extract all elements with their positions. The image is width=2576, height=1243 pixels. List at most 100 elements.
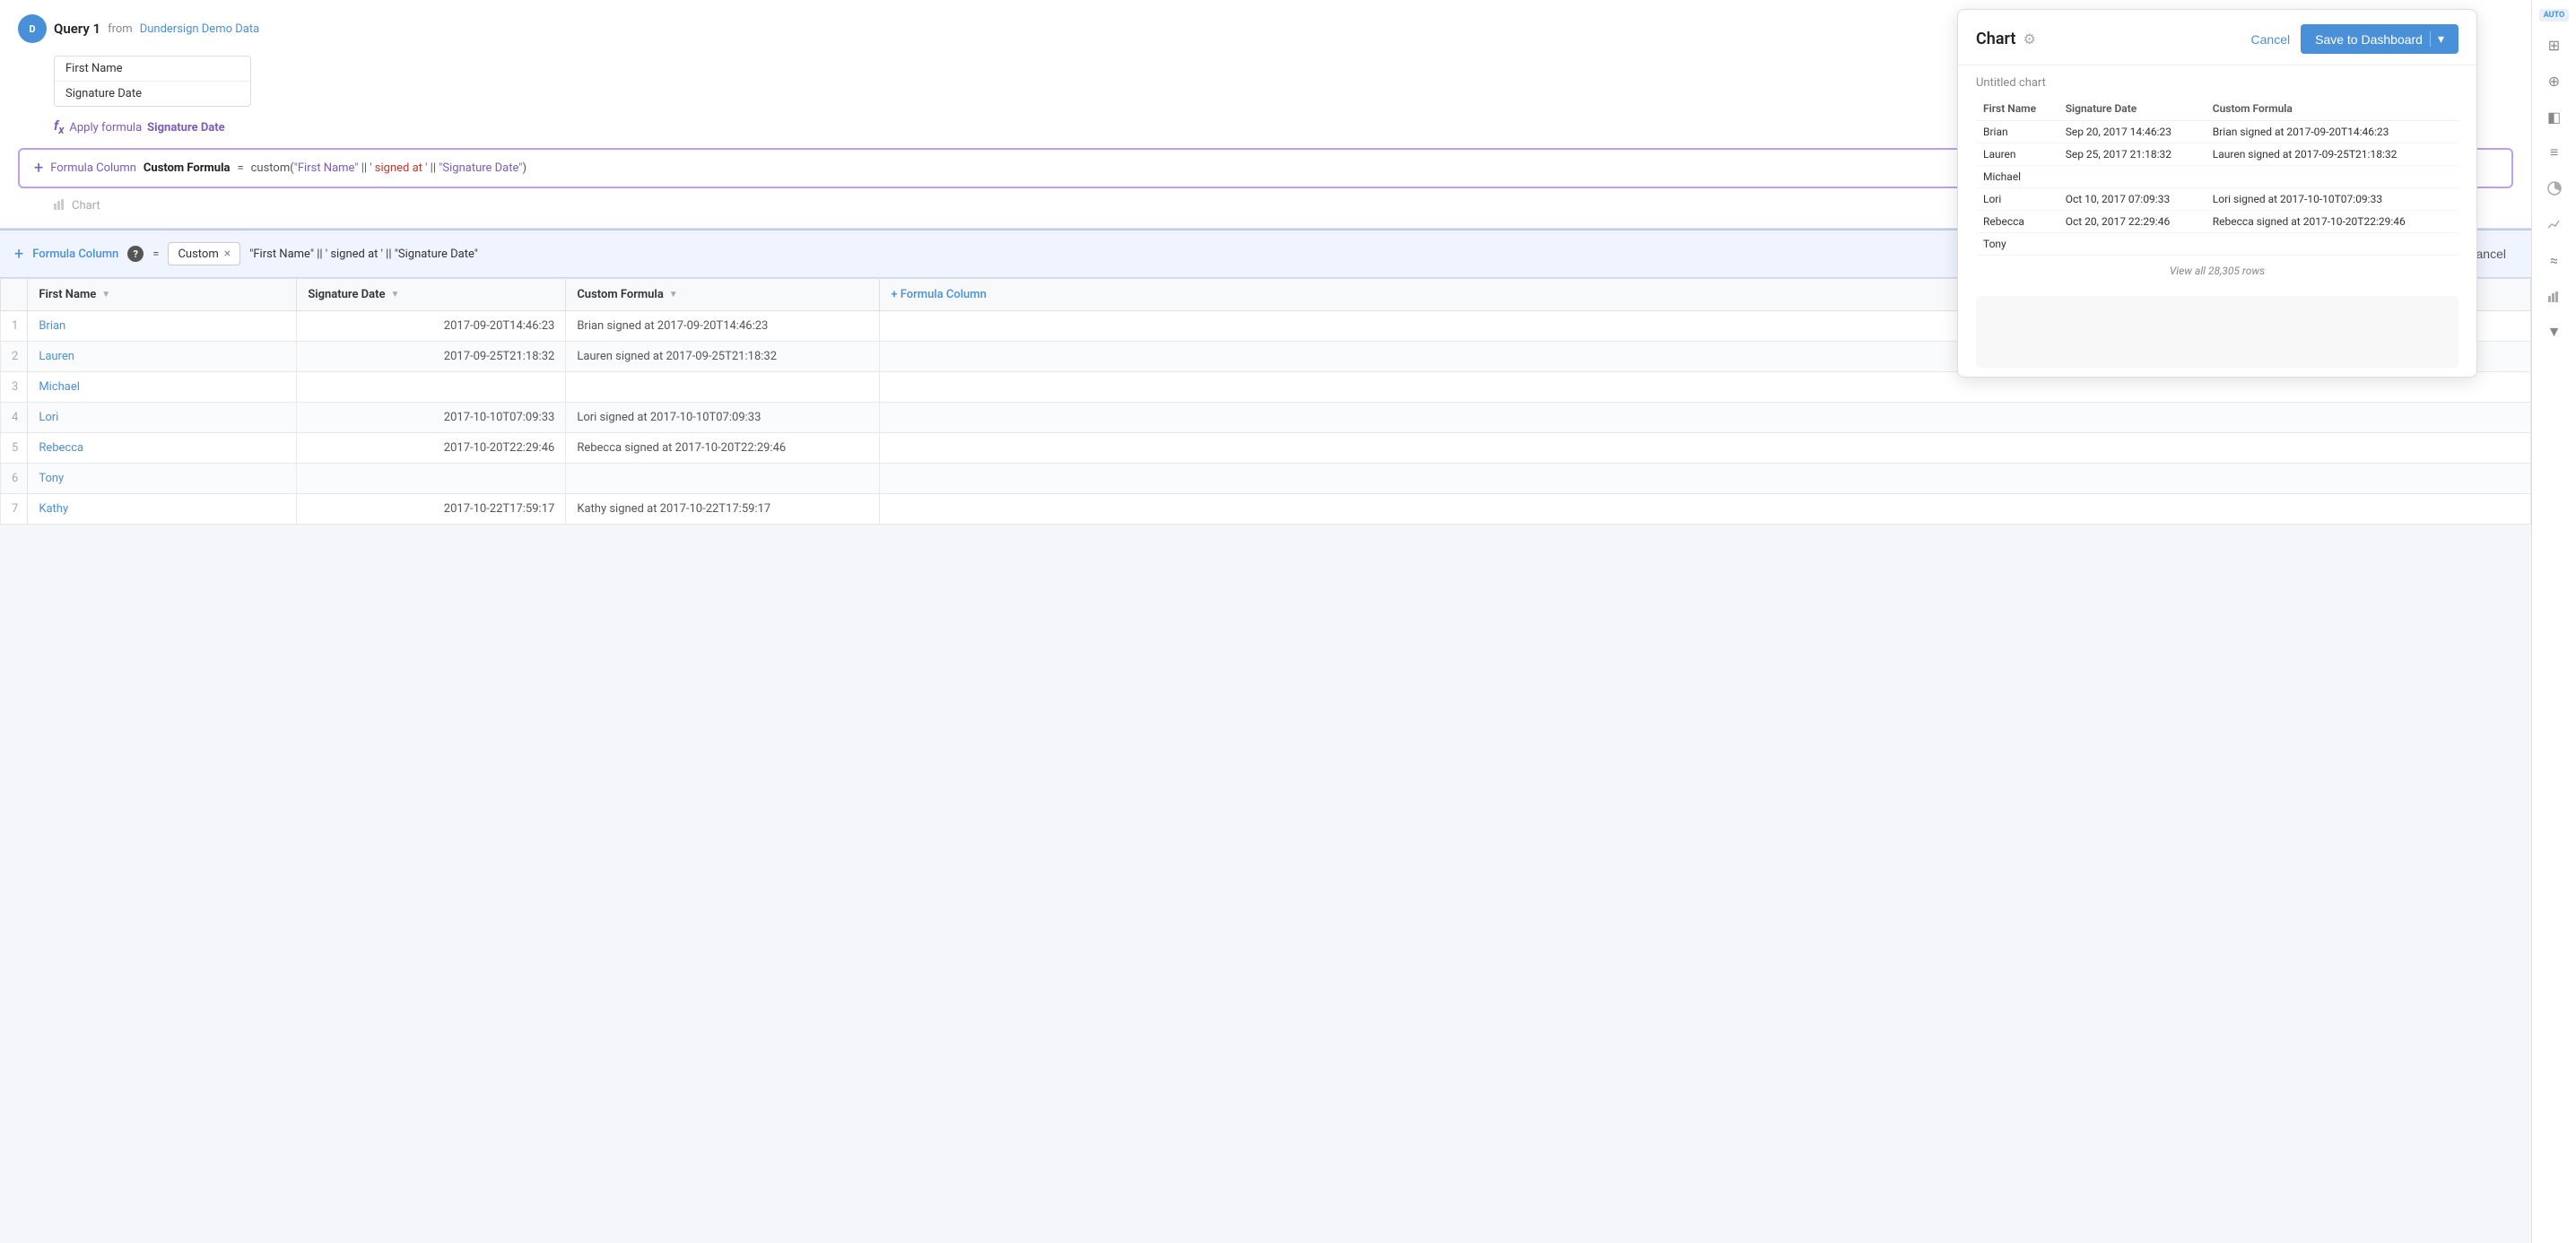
chart-label-text: Chart: [72, 199, 100, 213]
chart-table-row: Rebecca Oct 20, 2017 22:29:46 Rebecca si…: [1976, 211, 2459, 233]
chart-cell-name: Rebecca: [1976, 211, 2058, 233]
cell-rownum: 4: [1, 403, 28, 433]
col-header-firstname: First Name ▼: [28, 279, 297, 311]
field-signature-date: Signature Date: [55, 82, 250, 106]
auto-badge: AUTO: [2539, 9, 2570, 22]
sidebar-icon-wave[interactable]: ≈: [2538, 244, 2571, 276]
cell-custom: Rebecca signed at 2017-10-20T22:29:46: [566, 433, 880, 464]
chart-panel-title: Chart: [1976, 30, 2015, 48]
cell-firstname: Lori: [28, 403, 297, 433]
chart-table-row: Brian Sep 20, 2017 14:46:23 Brian signed…: [1976, 121, 2459, 143]
chart-cell-date: Sep 20, 2017 14:46:23: [2058, 121, 2206, 143]
table-row: 4 Lori 2017-10-10T07:09:33 Lori signed a…: [1, 403, 2531, 433]
chart-cell-date: Oct 10, 2017 07:09:33: [2058, 188, 2206, 211]
chart-cell-formula: [2206, 166, 2459, 188]
sidebar-icon-split[interactable]: ◧: [2538, 100, 2571, 133]
chart-cell-formula: Lori signed at 2017-10-10T07:09:33: [2206, 188, 2459, 211]
right-sidebar: AUTO ⊞ ⊕ ◧ ≡ ≈ ▼: [2531, 0, 2576, 1243]
cell-rownum: 7: [1, 494, 28, 525]
apply-formula-label: Apply formula: [69, 121, 142, 135]
cell-add-formula: [880, 464, 2531, 494]
formula-col-label: Formula Column: [50, 161, 136, 175]
chart-table-row: Lauren Sep 25, 2017 21:18:32 Lauren sign…: [1976, 143, 2459, 166]
svg-text:D: D: [29, 23, 35, 35]
chart-cell-formula: [2206, 233, 2459, 256]
query-source: Dundersign Demo Data: [140, 22, 259, 36]
cell-sigdate: 2017-10-22T17:59:17: [297, 494, 566, 525]
cell-add-formula: [880, 433, 2531, 464]
help-icon[interactable]: ?: [127, 246, 144, 262]
sidebar-icon-pie[interactable]: [2538, 172, 2571, 204]
chart-col-firstname: First Name: [1976, 97, 2058, 121]
cell-firstname: Kathy: [28, 494, 297, 525]
chart-col-formula: Custom Formula: [2206, 97, 2459, 121]
cell-custom: Lori signed at 2017-10-10T07:09:33: [566, 403, 880, 433]
chart-cell-date: [2058, 166, 2206, 188]
sort-custom-icon[interactable]: ▼: [669, 290, 678, 300]
table-row: 6 Tony: [1, 464, 2531, 494]
chart-cell-date: Sep 25, 2017 21:18:32: [2058, 143, 2206, 166]
col-header-custom: Custom Formula ▼: [566, 279, 880, 311]
query-title: Query 1: [54, 21, 100, 37]
fields-box: First Name Signature Date: [54, 56, 251, 107]
chart-cell-name: Michael: [1976, 166, 2058, 188]
cell-firstname: Michael: [28, 372, 297, 403]
view-all-row: View all 28,305 rows: [1976, 256, 2459, 287]
save-dashboard-btn[interactable]: Save to Dashboard ▾: [2301, 24, 2459, 54]
save-dropdown-arrow[interactable]: ▾: [2430, 31, 2444, 47]
custom-type-label: Custom: [178, 248, 218, 261]
cell-rownum: 6: [1, 464, 28, 494]
app-icon: D: [18, 14, 47, 43]
chart-cell-date: [2058, 233, 2206, 256]
sidebar-icon-add[interactable]: ⊕: [2538, 65, 2571, 97]
bottom-add-btn[interactable]: +: [14, 245, 23, 264]
chart-cell-name: Lauren: [1976, 143, 2058, 166]
chart-cell-name: Brian: [1976, 121, 2058, 143]
col-header-rownum: [1, 279, 28, 311]
cell-custom: Brian signed at 2017-09-20T14:46:23: [566, 311, 880, 342]
chart-cell-name: Tony: [1976, 233, 2058, 256]
cell-custom: Kathy signed at 2017-10-22T17:59:17: [566, 494, 880, 525]
col-header-sigdate: Signature Date ▼: [297, 279, 566, 311]
sidebar-icon-down[interactable]: ▼: [2538, 316, 2571, 348]
sort-sigdate-icon[interactable]: ▼: [390, 290, 399, 300]
chart-cancel-btn[interactable]: Cancel: [2251, 32, 2291, 47]
chart-subtitle: Untitled chart: [1958, 65, 2476, 97]
fx-icon: fx: [54, 117, 64, 137]
cell-firstname: Tony: [28, 464, 297, 494]
chart-panel-header: Chart ⚙ Cancel Save to Dashboard ▾: [1958, 10, 2476, 65]
view-all-link[interactable]: View all 28,305 rows: [2170, 265, 2265, 277]
cell-firstname: Brian: [28, 311, 297, 342]
custom-type-badge: Custom ×: [168, 242, 240, 265]
cell-sigdate: 2017-10-10T07:09:33: [297, 403, 566, 433]
table-row: 7 Kathy 2017-10-22T17:59:17 Kathy signed…: [1, 494, 2531, 525]
custom-clear-btn[interactable]: ×: [224, 247, 231, 261]
chart-cell-formula: Brian signed at 2017-09-20T14:46:23: [2206, 121, 2459, 143]
chart-col-sigdate: Signature Date: [2058, 97, 2206, 121]
chart-cell-formula: Lauren signed at 2017-09-25T21:18:32: [2206, 143, 2459, 166]
cell-sigdate: [297, 372, 566, 403]
cell-rownum: 1: [1, 311, 28, 342]
chart-table-row: Lori Oct 10, 2017 07:09:33 Lori signed a…: [1976, 188, 2459, 211]
sidebar-icon-line[interactable]: [2538, 208, 2571, 240]
gear-icon[interactable]: ⚙: [2023, 30, 2035, 48]
cell-rownum: 3: [1, 372, 28, 403]
formula-add-btn[interactable]: +: [34, 159, 43, 178]
chart-cell-date: Oct 20, 2017 22:29:46: [2058, 211, 2206, 233]
bottom-formula-label: Formula Column: [32, 248, 118, 261]
sort-firstname-icon[interactable]: ▼: [101, 290, 110, 300]
chart-panel: Chart ⚙ Cancel Save to Dashboard ▾ Untit…: [1957, 9, 2477, 378]
formula-eq: =: [237, 161, 243, 175]
cell-rownum: 2: [1, 342, 28, 372]
sidebar-icon-list[interactable]: ≡: [2538, 136, 2571, 169]
sidebar-icon-table[interactable]: ⊞: [2538, 29, 2571, 61]
query-from-label: from: [108, 22, 133, 36]
bottom-eq: =: [152, 248, 159, 261]
table-row: 5 Rebecca 2017-10-20T22:29:46 Rebecca si…: [1, 433, 2531, 464]
cell-add-formula: [880, 403, 2531, 433]
cell-sigdate: 2017-10-20T22:29:46: [297, 433, 566, 464]
formula-col-name: Custom Formula: [144, 161, 231, 175]
sidebar-icon-bar[interactable]: [2538, 280, 2571, 312]
cell-custom: Lauren signed at 2017-09-25T21:18:32: [566, 342, 880, 372]
chart-cell-formula: Rebecca signed at 2017-10-20T22:29:46: [2206, 211, 2459, 233]
